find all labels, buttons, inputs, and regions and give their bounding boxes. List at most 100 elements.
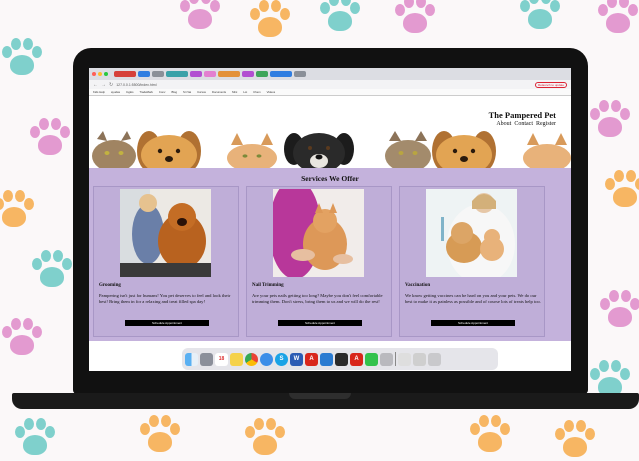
browser-tab[interactable] <box>204 71 216 77</box>
schedule-appointment-button[interactable]: Schedule Appointment <box>431 320 515 326</box>
site-brand[interactable]: The Pampered Pet <box>489 110 556 120</box>
browser-tab[interactable] <box>152 71 164 77</box>
paw-decoration <box>520 0 560 32</box>
paw-decoration <box>15 418 55 458</box>
bookmark-item[interactable]: Mini <box>232 90 237 94</box>
relaunch-button[interactable]: Relaunch to update <box>534 81 567 88</box>
downloads-icon[interactable] <box>412 352 426 366</box>
browser-tab[interactable] <box>256 71 268 77</box>
paw-decoration <box>30 118 70 158</box>
pet-banner-image <box>89 129 571 168</box>
vscode-icon[interactable] <box>320 352 333 366</box>
nail-trimming-photo <box>273 189 364 277</box>
files-icon[interactable] <box>397 352 411 366</box>
service-card-grooming: Grooming Pampering isn't just for humans… <box>93 186 239 337</box>
browser-tab[interactable] <box>166 71 188 77</box>
zoom-window-icon[interactable] <box>104 72 108 76</box>
paw-decoration <box>0 190 34 230</box>
service-name: Vaccination <box>405 283 431 288</box>
schedule-appointment-button[interactable]: Schedule Appointment <box>125 320 209 326</box>
paw-decoration <box>2 38 42 78</box>
bookmark-item[interactable]: Sri Vai <box>183 90 191 94</box>
facetime-icon[interactable] <box>365 352 378 366</box>
paw-decoration <box>395 0 435 36</box>
paw-decoration <box>250 0 290 40</box>
bookmarks-bar: Kids Help ayudas Inglés TradeMark Conv Blog Sr… <box>89 89 571 96</box>
site-nav: About Contact Register <box>496 121 556 127</box>
reload-icon[interactable]: ↻ <box>109 82 113 88</box>
paw-decoration <box>32 250 72 290</box>
minimize-window-icon[interactable] <box>98 72 102 76</box>
site-header: The Pampered Pet About Contact Register <box>89 96 571 168</box>
grooming-photo <box>120 189 211 277</box>
service-card-vaccination: Vaccination We know getting vaccines can… <box>399 186 545 337</box>
calendar-icon[interactable]: 18 <box>215 352 228 366</box>
bookmark-item[interactable]: Cursos <box>197 90 206 94</box>
paw-decoration <box>140 415 180 455</box>
bookmark-item[interactable]: Documents <box>212 90 226 94</box>
schedule-appointment-button[interactable]: Schedule Appointment <box>278 320 362 326</box>
bookmark-item[interactable]: ayudas <box>111 90 120 94</box>
paw-decoration <box>180 0 220 32</box>
paw-decoration <box>555 420 595 460</box>
close-window-icon[interactable] <box>92 72 96 76</box>
bookmark-item[interactable]: Inglés <box>126 90 133 94</box>
macos-dock: 18 S W A A <box>182 348 498 370</box>
browser-tab[interactable] <box>138 71 150 77</box>
nav-register[interactable]: Register <box>536 121 556 127</box>
services-title: Services We Offer <box>301 174 359 183</box>
vaccination-photo <box>426 189 517 277</box>
service-name: Grooming <box>99 283 121 288</box>
browser-tab[interactable] <box>190 71 202 77</box>
paw-decoration <box>320 0 360 34</box>
skype-icon[interactable]: S <box>275 352 288 366</box>
paw-decoration <box>605 170 639 210</box>
terminal-icon[interactable] <box>335 352 348 366</box>
bookmark-item[interactable]: Kids Help <box>93 90 105 94</box>
browser-tab[interactable] <box>218 71 240 77</box>
browser-tab-bar <box>89 68 571 80</box>
nav-contact[interactable]: Contact <box>514 121 533 127</box>
service-description: We know getting vaccines can be hard on … <box>405 293 541 304</box>
preview-icon[interactable] <box>380 352 393 366</box>
browser-tab[interactable] <box>294 71 306 77</box>
chrome-icon[interactable] <box>245 352 258 366</box>
bookmark-item[interactable]: Lot <box>243 90 247 94</box>
bookmark-item[interactable]: Chem <box>253 90 260 94</box>
service-name: Nail Trimming <box>252 283 284 288</box>
laptop-screen: ← → ↻ 127.0.0.1:5500/index.html Relaunch… <box>89 68 571 371</box>
forward-icon[interactable]: → <box>101 82 106 88</box>
browser-tab[interactable] <box>114 71 136 77</box>
finder-icon[interactable] <box>185 352 198 366</box>
paw-decoration <box>598 0 638 36</box>
trash-icon[interactable] <box>427 352 441 366</box>
paw-decoration <box>600 290 639 330</box>
browser-tab[interactable] <box>242 71 254 77</box>
address-bar: ← → ↻ 127.0.0.1:5500/index.html Relaunch… <box>89 80 571 89</box>
dock-separator <box>395 352 396 366</box>
paw-decoration <box>245 418 285 458</box>
bookmark-item[interactable]: Conv <box>159 90 166 94</box>
back-icon[interactable]: ← <box>93 82 98 88</box>
paw-decoration <box>470 415 510 455</box>
pdf-icon[interactable]: A <box>305 352 318 366</box>
notes-icon[interactable] <box>230 352 243 366</box>
acrobat-icon[interactable]: A <box>350 352 363 366</box>
service-card-nail-trimming: Nail Trimming Are your pets nails gettin… <box>246 186 392 337</box>
paw-decoration <box>2 318 42 358</box>
services-section: Services We Offer Grooming Pampering isn… <box>89 168 571 341</box>
nav-about[interactable]: About <box>496 121 511 127</box>
browser-tab[interactable] <box>270 71 292 77</box>
safari-icon[interactable] <box>260 352 273 366</box>
word-icon[interactable]: W <box>290 352 303 366</box>
launchpad-icon[interactable] <box>200 352 213 366</box>
bookmark-item[interactable]: TradeMark <box>139 90 152 94</box>
service-description: Are your pets nails getting too long? Ma… <box>252 293 383 304</box>
paw-decoration <box>590 100 630 140</box>
laptop-notch <box>289 393 351 399</box>
web-page: The Pampered Pet About Contact Register <box>89 96 571 371</box>
service-description: Pampering isn't just for humans! You pet… <box>99 293 231 304</box>
url-field[interactable]: 127.0.0.1:5500/index.html <box>116 82 186 88</box>
bookmark-item[interactable]: Blog <box>171 90 177 94</box>
bookmark-item[interactable]: Videos <box>267 90 276 94</box>
